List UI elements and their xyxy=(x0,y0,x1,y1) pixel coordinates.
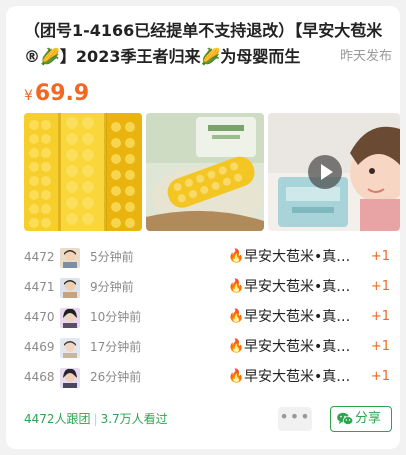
share-button[interactable]: 分享 xyxy=(330,406,392,432)
price: ¥69.9 xyxy=(24,80,89,110)
corn-bag-photo[interactable] xyxy=(146,113,264,231)
image-gallery xyxy=(24,113,400,231)
order-product: 早安大苞米•真… xyxy=(244,249,351,265)
order-row: 4470 10分钟前 🔥 早安大苞米•真… +1 xyxy=(24,302,392,332)
more-button[interactable]: ••• xyxy=(278,407,312,431)
fire-icon: 🔥 xyxy=(228,249,245,264)
child-video-thumbnail[interactable] xyxy=(268,113,400,231)
order-product: 早安大苞米•真… xyxy=(244,339,351,355)
order-time: 10分钟前 xyxy=(90,310,142,324)
order-row: 4469 17分钟前 🔥 早安大苞米•真… +1 xyxy=(24,332,392,362)
fire-icon: 🔥 xyxy=(228,369,245,384)
avatar[interactable] xyxy=(60,338,80,358)
views-count: 3.7万人看过 xyxy=(100,412,168,426)
fire-icon: 🔥 xyxy=(228,309,245,324)
avatar[interactable] xyxy=(60,278,80,298)
order-number: 4472 xyxy=(24,250,55,264)
order-row: 4468 26分钟前 🔥 早安大苞米•真… +1 xyxy=(24,362,392,392)
order-number: 4471 xyxy=(24,280,55,294)
order-product: 早安大苞米•真… xyxy=(244,309,351,325)
order-time: 17分钟前 xyxy=(90,340,142,354)
order-number: 4470 xyxy=(24,310,55,324)
order-row: 4471 9分钟前 🔥 早安大苞米•真… +1 xyxy=(24,272,392,302)
avatar[interactable] xyxy=(60,248,80,268)
order-time: 5分钟前 xyxy=(90,250,134,264)
order-quantity: +1 xyxy=(370,279,390,294)
wechat-icon xyxy=(337,412,353,425)
order-number: 4468 xyxy=(24,370,55,384)
currency-symbol: ¥ xyxy=(24,88,33,104)
order-quantity: +1 xyxy=(370,369,390,384)
fire-icon: 🔥 xyxy=(228,339,245,354)
recent-orders-list: 4472 5分钟前 🔥 早安大苞米•真… +1 4471 9分钟前 🔥 早安大苞… xyxy=(24,242,392,392)
order-time: 26分钟前 xyxy=(90,370,142,384)
group-buy-card[interactable]: （团号1-4166已经提单不支持退改）【早安大苞米®🌽】2023季王者归来🌽为母… xyxy=(6,6,400,449)
followers-count: 4472人跟团 xyxy=(24,412,91,426)
price-value: 69.9 xyxy=(34,81,90,106)
order-quantity: +1 xyxy=(370,339,390,354)
title-row: （团号1-4166已经提单不支持退改）【早安大苞米®🌽】2023季王者归来🌽为母… xyxy=(24,18,392,74)
play-icon[interactable] xyxy=(308,155,342,189)
stats-divider: | xyxy=(93,412,98,426)
order-quantity: +1 xyxy=(370,249,390,264)
order-product: 早安大苞米•真… xyxy=(244,279,351,295)
fire-icon: 🔥 xyxy=(228,279,245,294)
avatar[interactable] xyxy=(60,308,80,328)
card-footer: 4472人跟团 | 3.7万人看过 ••• 分享 xyxy=(24,406,392,432)
order-number: 4469 xyxy=(24,340,55,354)
share-label: 分享 xyxy=(355,411,382,426)
posted-time: 昨天发布 xyxy=(331,44,392,70)
avatar[interactable] xyxy=(60,368,80,388)
corn-photo[interactable] xyxy=(24,113,142,231)
order-row: 4472 5分钟前 🔥 早安大苞米•真… +1 xyxy=(24,242,392,272)
order-time: 9分钟前 xyxy=(90,280,134,294)
order-product: 早安大苞米•真… xyxy=(244,369,351,385)
order-quantity: +1 xyxy=(370,309,390,324)
group-stats: 4472人跟团 | 3.7万人看过 xyxy=(24,406,168,432)
